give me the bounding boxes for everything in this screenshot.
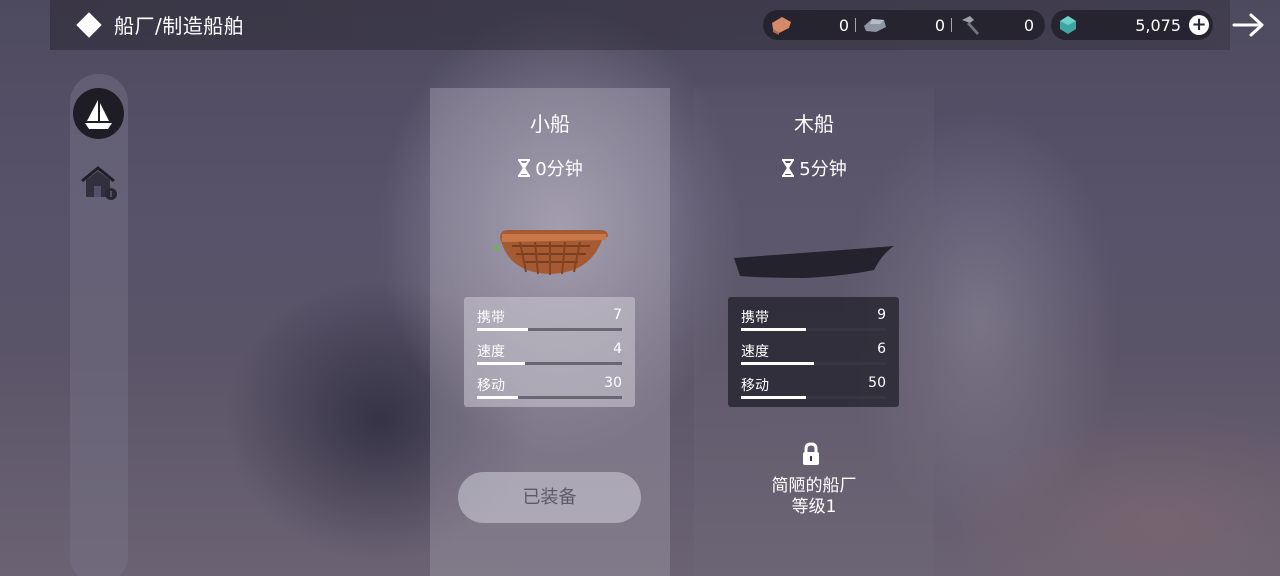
boat-name: 木船 xyxy=(794,112,834,136)
requirement-level: 等级1 xyxy=(791,497,837,517)
build-time: 0分钟 xyxy=(430,155,670,181)
sidebar xyxy=(70,74,128,576)
stat-bar-fill xyxy=(477,362,525,365)
basket-boat-image xyxy=(492,230,608,275)
stat-label: 移动 xyxy=(477,378,505,394)
boat-card-wood[interactable]: 木船 5分钟 携带 9 速度 6 移动 50 简陋的船厂 等级1 xyxy=(694,88,934,576)
stat-bar-fill xyxy=(741,328,807,331)
stat-carry: 携带 9 xyxy=(741,307,886,341)
hourglass-icon xyxy=(782,159,795,177)
resource-tools: 0 xyxy=(952,10,1040,40)
sidebar-item-shipyard[interactable] xyxy=(73,88,124,139)
stat-bar-fill xyxy=(741,396,807,399)
build-time: 5分钟 xyxy=(694,155,934,181)
stat-bar xyxy=(477,362,622,365)
home-icon xyxy=(81,166,117,200)
resource-stone-count: 0 xyxy=(934,16,945,35)
sailboat-icon xyxy=(85,100,112,129)
stat-label: 速度 xyxy=(477,344,505,360)
stat-bar-fill xyxy=(477,396,518,399)
gem-bar: 5,075 + xyxy=(1051,10,1213,40)
page-header: 船厂/制造船舶 xyxy=(76,10,244,39)
exit-arrow-icon[interactable] xyxy=(1232,12,1266,38)
stat-speed: 速度 6 xyxy=(741,341,886,375)
wooden-boat-silhouette xyxy=(734,246,894,278)
stats-panel: 携带 9 速度 6 移动 50 xyxy=(728,297,899,407)
stat-carry: 携带 7 xyxy=(477,307,622,341)
equipped-button[interactable]: 已装备 xyxy=(458,472,641,523)
diamond-icon xyxy=(76,11,102,38)
lock-icon xyxy=(803,442,819,465)
sidebar-item-home[interactable] xyxy=(78,163,120,203)
stat-value: 7 xyxy=(613,307,622,323)
stat-bar-fill xyxy=(741,362,814,365)
resource-wood-count: 0 xyxy=(838,16,849,35)
stat-bar xyxy=(741,328,886,331)
build-time-value: 0分钟 xyxy=(535,159,583,180)
stat-label: 携带 xyxy=(741,310,769,326)
stat-value: 6 xyxy=(877,341,886,357)
stat-bar-fill xyxy=(477,328,528,331)
stat-bar xyxy=(477,396,622,399)
stat-value: 30 xyxy=(604,375,622,391)
stat-label: 速度 xyxy=(741,344,769,360)
resource-bar: 0 0 0 xyxy=(763,10,1045,40)
gem-icon xyxy=(1060,16,1076,34)
add-gems-button[interactable]: + xyxy=(1189,15,1209,35)
boat-card-small[interactable]: 小船 0分钟 携带 7 速度 4 移动 30 已装备 xyxy=(430,88,670,576)
stat-bar xyxy=(741,362,886,365)
stat-speed: 速度 4 xyxy=(477,341,622,375)
hammer-icon xyxy=(962,16,979,35)
stat-move: 移动 30 xyxy=(477,375,622,409)
hourglass-icon xyxy=(518,159,531,177)
gem-count: 5,075 xyxy=(1135,16,1181,35)
stats-panel: 携带 7 速度 4 移动 30 xyxy=(464,297,635,407)
stat-value: 4 xyxy=(613,341,622,357)
stat-value: 9 xyxy=(877,307,886,323)
stat-move: 移动 50 xyxy=(741,375,886,409)
stat-label: 移动 xyxy=(741,378,769,394)
stat-bar xyxy=(477,328,622,331)
wood-icon xyxy=(772,17,791,35)
requirement-building: 简陋的船厂 xyxy=(771,476,857,496)
resource-wood: 0 xyxy=(763,10,855,40)
stone-icon xyxy=(864,19,886,32)
page-title: 船厂/制造船舶 xyxy=(114,14,245,38)
resource-tools-count: 0 xyxy=(1023,16,1034,35)
stat-value: 50 xyxy=(868,375,886,391)
resource-stone: 0 xyxy=(856,10,951,40)
stat-bar xyxy=(741,396,886,399)
unlock-requirement: 简陋的船厂 等级1 xyxy=(694,476,934,518)
boat-name: 小船 xyxy=(530,112,570,136)
stat-label: 携带 xyxy=(477,310,505,326)
build-time-value: 5分钟 xyxy=(799,159,847,180)
